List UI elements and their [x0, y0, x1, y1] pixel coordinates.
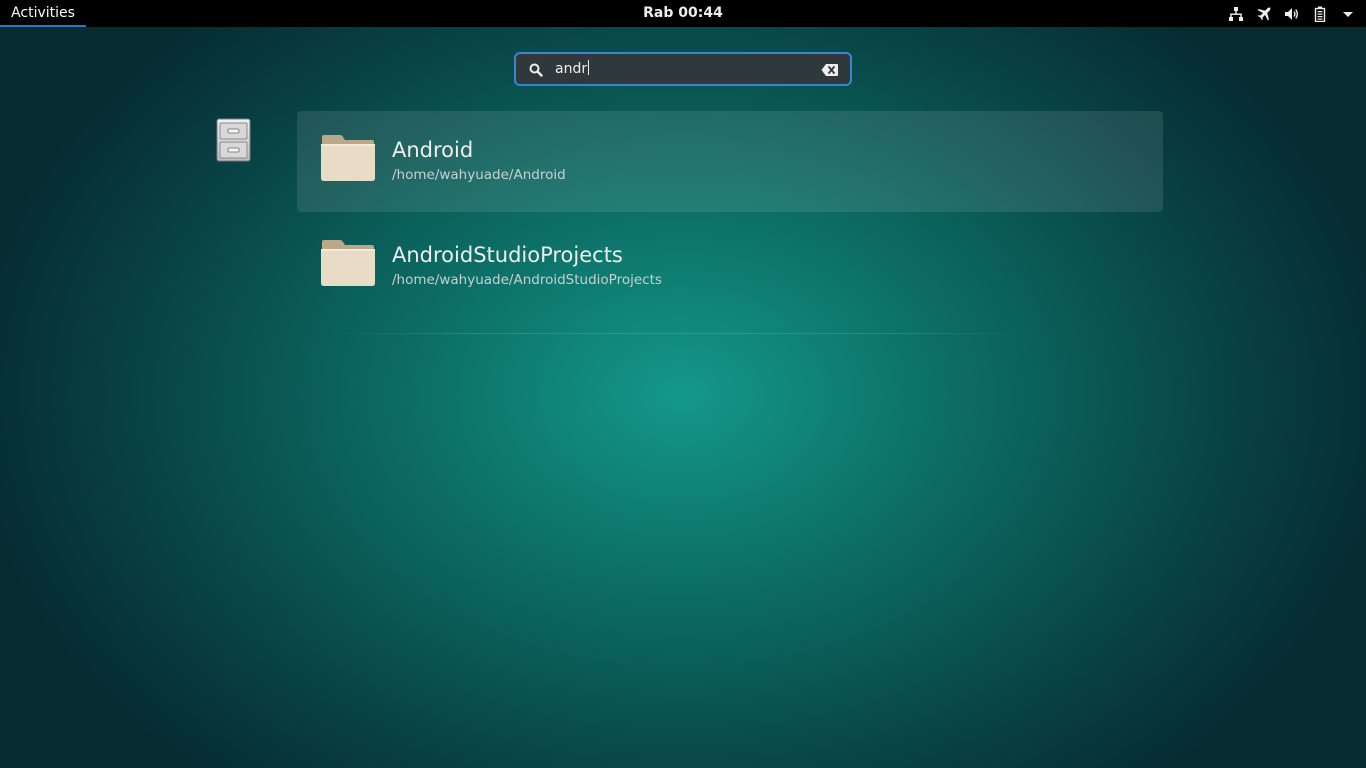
file-cabinet-icon[interactable] [216, 118, 251, 162]
clear-text-icon[interactable] [821, 62, 839, 76]
airplane-mode-icon[interactable] [1256, 6, 1272, 22]
text-cursor [588, 60, 590, 75]
clock[interactable]: Rab 00:44 [643, 0, 723, 26]
folder-icon [320, 239, 376, 287]
volume-icon[interactable] [1284, 6, 1300, 22]
top-bar: Activities Rab 00:44 [0, 0, 1366, 27]
results-separator [320, 333, 1040, 334]
search-value: andr [555, 61, 588, 77]
search-text[interactable]: andr [555, 54, 590, 84]
battery-icon[interactable] [1312, 6, 1328, 22]
search-result-item[interactable]: Android /home/wahyuade/Android [297, 111, 1163, 212]
result-name: AndroidStudioProjects [392, 243, 623, 267]
result-path: /home/wahyuade/Android [392, 167, 566, 183]
search-result-item[interactable]: AndroidStudioProjects /home/wahyuade/And… [297, 216, 1163, 317]
search-icon [529, 62, 543, 77]
system-tray[interactable] [1228, 0, 1356, 27]
result-name: Android [392, 138, 474, 162]
activities-button[interactable]: Activities [0, 0, 86, 27]
system-menu-arrow-icon[interactable] [1340, 6, 1356, 22]
search-input[interactable]: andr [514, 52, 852, 86]
folder-icon [320, 134, 376, 182]
network-wired-icon[interactable] [1228, 6, 1244, 22]
result-path: /home/wahyuade/AndroidStudioProjects [392, 272, 662, 288]
